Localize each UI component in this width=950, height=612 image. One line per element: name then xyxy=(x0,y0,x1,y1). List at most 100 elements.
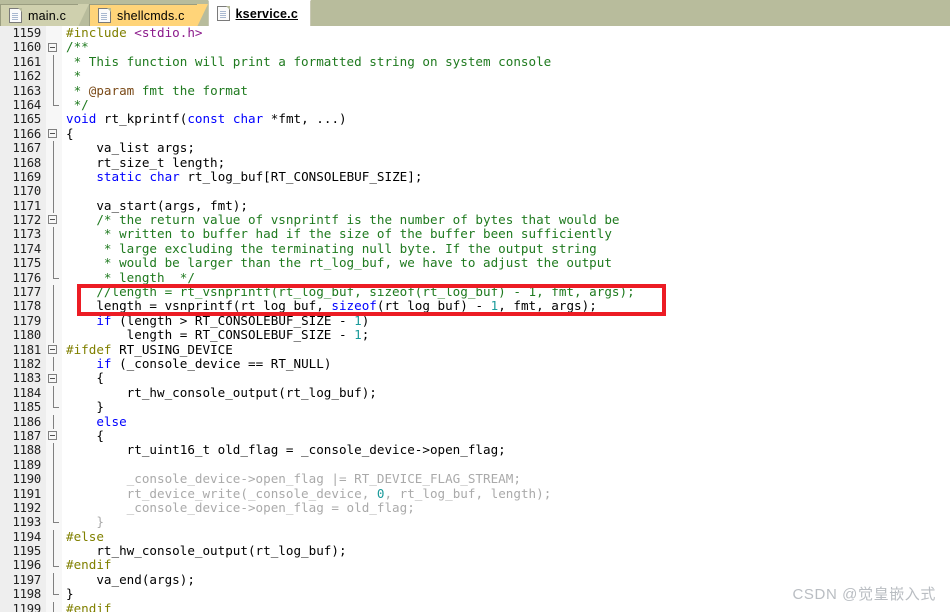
fold-margin[interactable] xyxy=(46,227,62,242)
fold-margin[interactable] xyxy=(46,328,62,343)
fold-margin[interactable] xyxy=(46,601,62,612)
fold-collapse-icon[interactable] xyxy=(48,215,57,225)
code-text[interactable]: _console_device->open_flag = old_flag; xyxy=(62,500,950,515)
code-text[interactable]: //length = rt_vsnprintf(rt_log_buf, size… xyxy=(62,284,950,299)
fold-margin[interactable] xyxy=(46,155,62,170)
fold-margin[interactable] xyxy=(46,69,62,84)
code-text[interactable]: * @param fmt the format xyxy=(62,83,950,98)
code-line[interactable]: 1169 static char rt_log_buf[RT_CONSOLEBU… xyxy=(0,169,950,185)
fold-margin[interactable] xyxy=(46,400,62,415)
code-line[interactable]: 1187 { xyxy=(0,428,950,444)
code-text[interactable]: #endif xyxy=(62,558,950,572)
code-line[interactable]: 1189 xyxy=(0,457,950,473)
tab-kservice-c[interactable]: kservice.c xyxy=(207,0,312,26)
fold-margin[interactable] xyxy=(46,385,62,401)
code-line[interactable]: 1170 xyxy=(0,184,950,199)
fold-margin[interactable] xyxy=(46,256,62,271)
fold-margin[interactable] xyxy=(46,414,62,429)
code-text[interactable]: { xyxy=(62,428,950,443)
code-text[interactable]: va_list args; xyxy=(62,140,950,155)
fold-margin[interactable] xyxy=(46,126,62,142)
code-line[interactable]: 1173 * written to buffer had if the size… xyxy=(0,227,950,242)
code-line[interactable]: 1191 rt_device_write(_console_device, 0,… xyxy=(0,486,950,501)
code-line[interactable]: 1160 /** xyxy=(0,40,950,55)
code-line[interactable]: 1177 //length = rt_vsnprintf(rt_log_buf,… xyxy=(0,284,950,300)
tab-shellcmds-c[interactable]: shellcmds.c xyxy=(89,4,208,27)
code-line[interactable]: 1193 } xyxy=(0,515,950,530)
fold-margin[interactable] xyxy=(46,558,62,573)
code-text[interactable]: } xyxy=(62,399,950,414)
code-text[interactable]: } xyxy=(62,515,950,529)
fold-margin[interactable] xyxy=(46,587,62,602)
code-line[interactable]: 1161 * This function will print a format… xyxy=(0,54,950,70)
code-text[interactable]: else xyxy=(62,414,950,429)
fold-margin[interactable] xyxy=(46,26,62,41)
code-text[interactable]: /** xyxy=(62,40,950,54)
fold-margin[interactable] xyxy=(46,500,62,516)
code-text[interactable]: va_start(args, fmt); xyxy=(62,198,950,213)
fold-margin[interactable] xyxy=(46,457,62,473)
fold-collapse-icon[interactable] xyxy=(48,431,57,441)
code-text[interactable]: void rt_kprintf(const char *fmt, ...) xyxy=(62,112,950,126)
fold-collapse-icon[interactable] xyxy=(48,344,57,354)
code-line[interactable]: 1181 #ifdef RT_USING_DEVICE xyxy=(0,342,950,357)
code-text[interactable]: length = vsnprintf(rt_log_buf, sizeof(rt… xyxy=(62,299,950,313)
code-line[interactable]: 1171 va_start(args, fmt); xyxy=(0,198,950,214)
fold-margin[interactable] xyxy=(46,356,62,372)
code-line[interactable]: 1186 else xyxy=(0,414,950,429)
fold-margin[interactable] xyxy=(46,40,62,55)
fold-margin[interactable] xyxy=(46,241,62,257)
fold-margin[interactable] xyxy=(46,572,62,588)
code-line[interactable]: 1167 va_list args; xyxy=(0,140,950,156)
fold-margin[interactable] xyxy=(46,83,62,98)
code-line[interactable]: 1180 length = RT_CONSOLEBUF_SIZE - 1; xyxy=(0,328,950,343)
code-text[interactable]: * would be larger than the rt_log_buf, w… xyxy=(62,256,950,270)
fold-margin[interactable] xyxy=(46,270,62,286)
fold-margin[interactable] xyxy=(46,285,62,300)
code-line[interactable]: 1164 */ xyxy=(0,97,950,113)
code-line[interactable]: 1165 void rt_kprintf(const char *fmt, ...… xyxy=(0,112,950,127)
code-text[interactable]: /* the return value of vsnprintf is the … xyxy=(62,212,950,227)
code-line[interactable]: 1185 } xyxy=(0,399,950,415)
code-line[interactable]: 1163 * @param fmt the format xyxy=(0,83,950,98)
code-line[interactable]: 1192 _console_device->open_flag = old_fl… xyxy=(0,500,950,516)
fold-margin[interactable] xyxy=(46,184,62,199)
code-line[interactable]: 1174 * large excluding the terminating n… xyxy=(0,241,950,257)
code-text[interactable]: { xyxy=(62,126,950,141)
code-text[interactable]: * xyxy=(62,68,950,83)
code-text[interactable]: rt_uint16_t old_flag = _console_device->… xyxy=(62,443,950,457)
fold-margin[interactable] xyxy=(46,112,62,127)
code-line[interactable]: 1175 * would be larger than the rt_log_b… xyxy=(0,256,950,271)
code-line[interactable]: 1168 rt_size_t length; xyxy=(0,155,950,170)
fold-margin[interactable] xyxy=(46,472,62,487)
code-text[interactable]: * length */ xyxy=(62,270,950,285)
code-editor-pane[interactable]: 1159 #include <stdio.h> 1160/** 1161 * This… xyxy=(0,26,950,612)
fold-margin[interactable] xyxy=(46,198,62,214)
fold-margin[interactable] xyxy=(46,313,62,329)
code-line[interactable]: 1194 #else xyxy=(0,529,950,545)
code-text[interactable]: rt_device_write(_console_device, 0, rt_l… xyxy=(62,486,950,501)
code-text[interactable]: * This function will print a formatted s… xyxy=(62,54,950,69)
fold-margin[interactable] xyxy=(46,428,62,444)
fold-margin[interactable] xyxy=(46,544,62,559)
fold-margin[interactable] xyxy=(46,342,62,357)
code-line[interactable]: 1178 length = vsnprintf(rt_log_buf, size… xyxy=(0,299,950,314)
code-text[interactable]: if (_console_device == RT_NULL) xyxy=(62,356,950,371)
code-text[interactable]: * large excluding the terminating null b… xyxy=(62,241,950,256)
code-text[interactable]: #include <stdio.h> xyxy=(62,26,950,40)
code-text[interactable] xyxy=(62,458,950,472)
fold-margin[interactable] xyxy=(46,213,62,228)
code-text[interactable]: rt_hw_console_output(rt_log_buf); xyxy=(62,543,950,558)
code-text[interactable]: */ xyxy=(62,97,950,112)
fold-margin[interactable] xyxy=(46,371,62,386)
code-text[interactable]: if (length > RT_CONSOLEBUF_SIZE - 1) xyxy=(62,313,950,328)
code-text[interactable]: rt_hw_console_output(rt_log_buf); xyxy=(62,385,950,400)
tab-main-c[interactable]: main.c xyxy=(0,4,90,27)
fold-margin[interactable] xyxy=(46,515,62,530)
code-line[interactable]: 1182 if (_console_device == RT_NULL) xyxy=(0,356,950,372)
code-text[interactable] xyxy=(62,184,950,198)
code-line[interactable]: 1183 { xyxy=(0,371,950,386)
code-text[interactable]: static char rt_log_buf[RT_CONSOLEBUF_SIZ… xyxy=(62,169,950,184)
code-line[interactable]: 1176 * length */ xyxy=(0,270,950,286)
fold-margin[interactable] xyxy=(46,486,62,501)
